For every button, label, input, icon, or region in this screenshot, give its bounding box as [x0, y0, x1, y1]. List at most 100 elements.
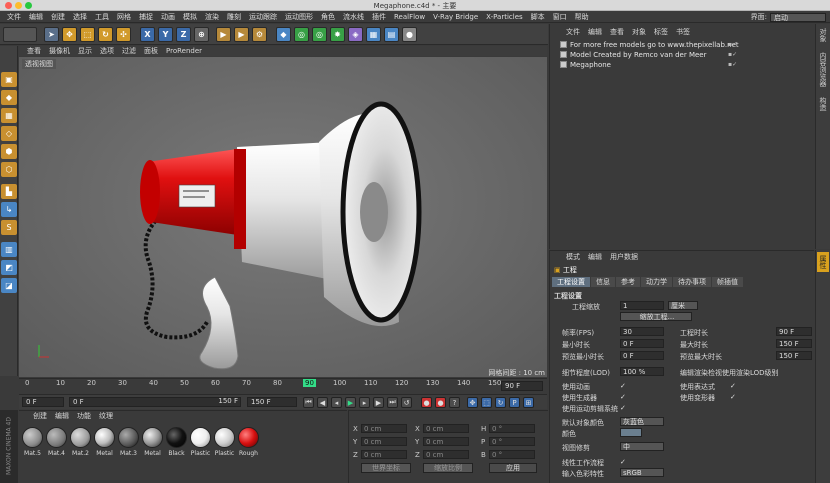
- tab-info[interactable]: 信息: [591, 277, 615, 287]
- menu-edit[interactable]: 编辑: [25, 12, 47, 22]
- attribute-menu-mode[interactable]: 模式: [562, 252, 584, 262]
- model-mode-icon[interactable]: ◆: [1, 90, 17, 105]
- next-key-icon[interactable]: ▶: [373, 397, 384, 408]
- menu-window[interactable]: 窗口: [549, 12, 571, 22]
- auto-key-icon[interactable]: ●: [435, 397, 446, 408]
- go-to-start-icon[interactable]: ⏮: [303, 397, 314, 408]
- size-x-field[interactable]: 0 cm: [423, 424, 469, 433]
- tab-attributes[interactable]: 属性: [817, 252, 829, 272]
- object-menu-edit[interactable]: 编辑: [584, 27, 606, 37]
- previous-frame-icon[interactable]: ◂: [331, 397, 342, 408]
- attribute-menu-userdata[interactable]: 用户数据: [606, 252, 642, 262]
- object-menu-file[interactable]: 文件: [562, 27, 584, 37]
- move-icon[interactable]: ✥: [62, 27, 77, 42]
- preview-end-field[interactable]: 150 F: [201, 397, 241, 407]
- nurbs-icon[interactable]: ◎: [294, 27, 309, 42]
- view-clipping-dropdown[interactable]: 中: [620, 442, 664, 451]
- viewport-menu-display[interactable]: 显示: [74, 46, 96, 56]
- material-swatch[interactable]: Mat.5: [21, 427, 44, 457]
- material-menu-texture[interactable]: 纹理: [95, 411, 117, 421]
- material-swatch[interactable]: Mat.4: [45, 427, 68, 457]
- deformer-icon[interactable]: ✸: [330, 27, 345, 42]
- workplane-icon[interactable]: ◇: [1, 126, 17, 141]
- menu-pipeline[interactable]: 流水线: [339, 12, 368, 22]
- make-editable-icon[interactable]: ▣: [1, 72, 17, 87]
- material-menu-edit[interactable]: 编辑: [51, 411, 73, 421]
- menu-xparticles[interactable]: X-Particles: [482, 13, 526, 21]
- visibility-toggle-icon[interactable]: ▪✓: [728, 61, 737, 68]
- visibility-toggle-icon[interactable]: ▪✓: [728, 41, 737, 48]
- loop-icon[interactable]: ↺: [401, 397, 412, 408]
- current-frame-field[interactable]: 90 F: [501, 381, 543, 391]
- rotation-h-field[interactable]: 0 °: [489, 424, 535, 433]
- attribute-menu-edit[interactable]: 编辑: [584, 252, 606, 262]
- material-swatch[interactable]: Metal: [93, 427, 116, 457]
- render-picture-viewer-icon[interactable]: ▶: [234, 27, 249, 42]
- scale-project-button[interactable]: 缩放工程...: [620, 312, 692, 321]
- object-row[interactable]: For more free models go to www.thepixell…: [560, 40, 810, 49]
- project-scale-field[interactable]: 1: [620, 301, 664, 310]
- edges-mode-icon[interactable]: ⬡: [1, 162, 17, 177]
- camera-icon[interactable]: ▤: [384, 27, 399, 42]
- timeline-current-frame[interactable]: 90: [303, 379, 316, 387]
- object-menu-tags[interactable]: 标签: [650, 27, 672, 37]
- use-deformers-checkbox[interactable]: ✓: [730, 393, 736, 401]
- tab-dynamics[interactable]: 动力学: [641, 277, 672, 287]
- color-swatch[interactable]: [620, 428, 642, 437]
- menu-mesh[interactable]: 网格: [113, 12, 135, 22]
- points-mode-icon[interactable]: ⬢: [1, 144, 17, 159]
- scale-mode-dropdown[interactable]: 缩放比例: [423, 463, 473, 473]
- viewport-menu-prorender[interactable]: ProRender: [162, 47, 206, 55]
- material-menu-function[interactable]: 功能: [73, 411, 95, 421]
- key-param-icon[interactable]: P: [509, 397, 520, 408]
- texture-mode-icon[interactable]: ▦: [1, 108, 17, 123]
- polygons-mode-icon[interactable]: ▙: [1, 184, 17, 199]
- menu-simulate[interactable]: 模拟: [179, 12, 201, 22]
- z-axis-button[interactable]: Z: [176, 27, 191, 42]
- key-position-icon[interactable]: ✥: [467, 397, 478, 408]
- undo-redo-icon[interactable]: [3, 27, 37, 42]
- render-settings-icon[interactable]: ⚙: [252, 27, 267, 42]
- x-axis-button[interactable]: X: [140, 27, 155, 42]
- linear-workflow-checkbox[interactable]: ✓: [620, 458, 626, 466]
- menu-snap[interactable]: 捕捉: [135, 12, 157, 22]
- menu-sculpt[interactable]: 雕刻: [223, 12, 245, 22]
- use-generators-checkbox[interactable]: ✓: [620, 393, 626, 401]
- key-pla-icon[interactable]: ⊞: [523, 397, 534, 408]
- play-icon[interactable]: ▶: [345, 397, 356, 408]
- size-y-field[interactable]: 0 cm: [423, 437, 469, 446]
- rotation-p-field[interactable]: 0 °: [489, 437, 535, 446]
- viewport-menu-panel[interactable]: 面板: [140, 46, 162, 56]
- fps-field[interactable]: 30: [620, 327, 664, 336]
- quantize-icon[interactable]: ▥: [1, 242, 17, 257]
- material-swatch[interactable]: Metal: [141, 427, 164, 457]
- object-row[interactable]: Model Created by Remco van der Meer ▪✓: [560, 50, 810, 59]
- select-arrow-icon[interactable]: ➤: [44, 27, 59, 42]
- scale-unit-dropdown[interactable]: 厘米: [668, 301, 698, 310]
- material-menu-create[interactable]: 创建: [29, 411, 51, 421]
- recent-tools-icon[interactable]: ✣: [116, 27, 131, 42]
- lod-field[interactable]: 100 %: [620, 367, 664, 376]
- menu-help[interactable]: 帮助: [571, 12, 593, 22]
- light-icon[interactable]: ●: [402, 27, 417, 42]
- next-frame-icon[interactable]: ▸: [359, 397, 370, 408]
- material-swatch[interactable]: Mat.3: [117, 427, 140, 457]
- material-swatch[interactable]: Plastic: [189, 427, 212, 457]
- lock-workplane-icon[interactable]: ◩: [1, 260, 17, 275]
- position-x-field[interactable]: 0 cm: [361, 424, 407, 433]
- tab-structure[interactable]: 构造: [818, 97, 828, 111]
- render-view-icon[interactable]: ▶: [216, 27, 231, 42]
- viewport-menu-view[interactable]: 查看: [23, 46, 45, 56]
- menu-script[interactable]: 脚本: [527, 12, 549, 22]
- go-to-end-icon[interactable]: ⏭: [387, 397, 398, 408]
- size-z-field[interactable]: 0 cm: [423, 450, 469, 459]
- array-icon[interactable]: ◎: [312, 27, 327, 42]
- menu-create[interactable]: 创建: [47, 12, 69, 22]
- viewport-menu-filter[interactable]: 过滤: [118, 46, 140, 56]
- material-swatch[interactable]: Rough: [237, 427, 260, 457]
- scale-icon[interactable]: ⬚: [80, 27, 95, 42]
- floor-icon[interactable]: ▦: [366, 27, 381, 42]
- visibility-toggle-icon[interactable]: ▪✓: [728, 51, 737, 58]
- record-key-icon[interactable]: ●: [421, 397, 432, 408]
- menu-select[interactable]: 选择: [69, 12, 91, 22]
